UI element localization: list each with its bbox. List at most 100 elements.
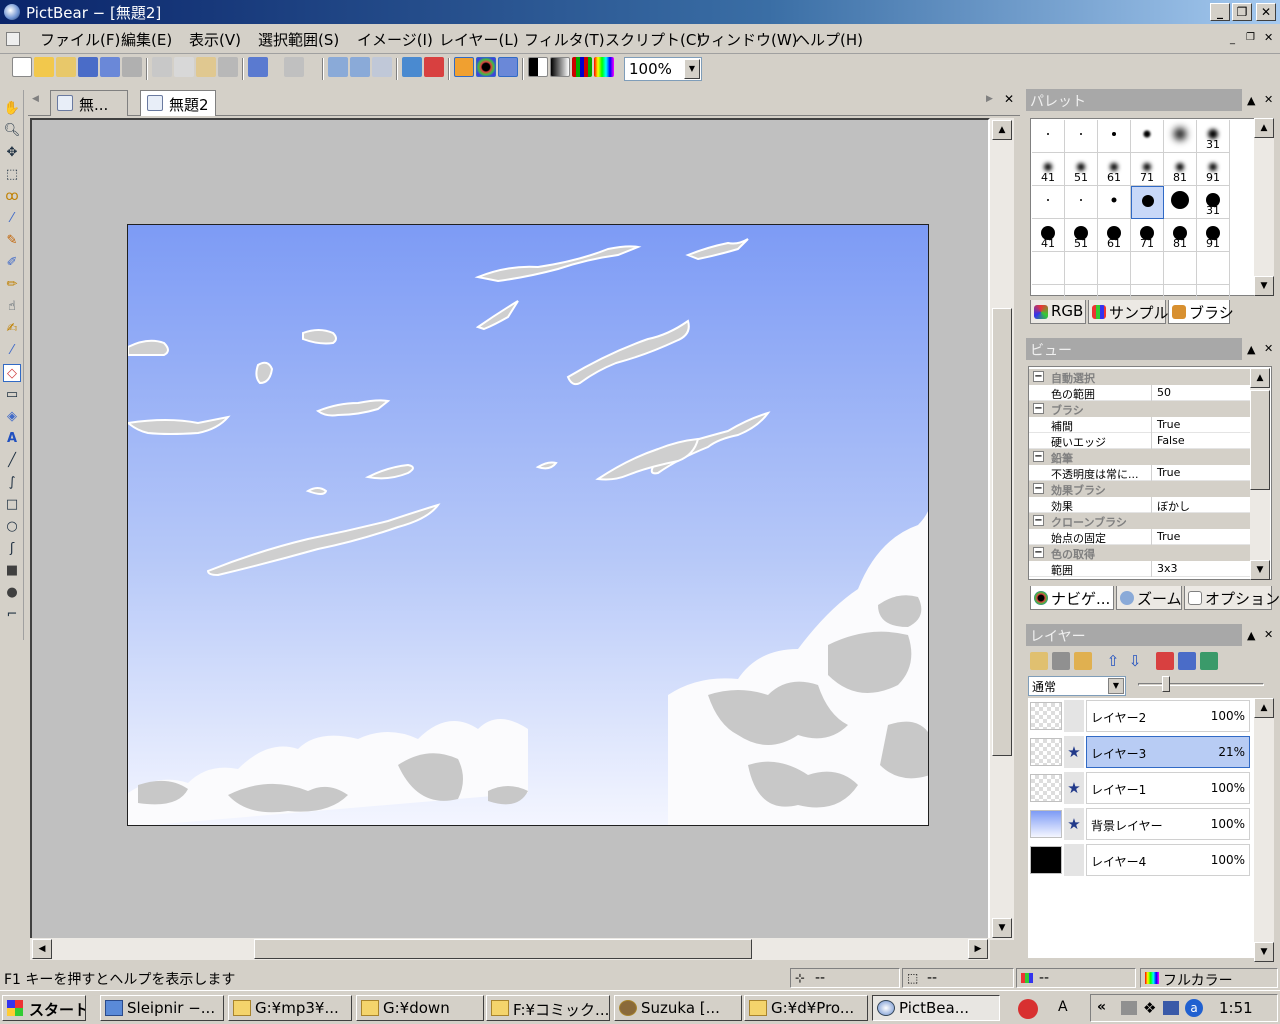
property-value[interactable]: 50 — [1157, 386, 1171, 399]
mdi-minimize-icon[interactable]: _ — [1230, 34, 1235, 45]
scroll-down-icon[interactable]: ▼ — [1250, 560, 1270, 580]
brush-preset[interactable]: 31 — [1197, 186, 1230, 219]
property-row[interactable]: 補間 True — [1029, 417, 1251, 433]
vertical-scroll-thumb[interactable] — [992, 308, 1012, 756]
tray-camera-icon[interactable] — [1121, 1001, 1137, 1015]
brush-preset[interactable] — [1065, 186, 1098, 219]
brush-preset[interactable]: 71 — [1131, 153, 1164, 186]
horizontal-scrollbar[interactable]: ◀ ▶ — [30, 938, 990, 960]
panel-collapse-icon[interactable]: ▲ — [1247, 629, 1255, 642]
palette-toggle-icon[interactable] — [454, 57, 474, 77]
taskbar-item-pictbear[interactable]: PictBea... — [872, 995, 1000, 1021]
collapse-icon[interactable]: − — [1033, 515, 1044, 526]
brush-preset[interactable] — [1032, 186, 1065, 219]
property-row[interactable]: 効果 ぼかし — [1029, 497, 1251, 513]
eyedropper-tool-icon[interactable]: ⁄ — [3, 342, 21, 360]
menu-window[interactable]: ウィンドウ(W) — [696, 29, 798, 50]
new-file-icon[interactable] — [12, 57, 32, 77]
image-canvas[interactable] — [127, 224, 929, 826]
collapse-icon[interactable]: − — [1033, 451, 1044, 462]
property-scroll-thumb[interactable] — [1250, 390, 1270, 490]
scroll-right-icon[interactable]: ▶ — [968, 939, 988, 959]
zoom-select[interactable]: 100% ▼ — [624, 57, 702, 81]
curve-tool-icon[interactable]: ∫ — [3, 474, 21, 492]
crop-icon[interactable] — [218, 57, 238, 77]
ime-icon[interactable]: A — [1058, 999, 1068, 1015]
empty-brush-slot[interactable] — [1164, 252, 1197, 285]
property-category[interactable]: − クローンブラシ — [1029, 513, 1251, 529]
scroll-down-icon[interactable]: ▼ — [1254, 276, 1274, 296]
move-tool-icon[interactable]: ✥ — [3, 144, 21, 162]
open-folder-icon[interactable] — [34, 57, 54, 77]
layer-row[interactable]: ★ 背景レイヤー 100% — [1028, 806, 1252, 842]
tray-app-icon[interactable]: a — [1185, 999, 1203, 1017]
empty-brush-slot[interactable] — [1098, 252, 1131, 285]
property-value[interactable]: True — [1157, 466, 1180, 479]
grayscale-icon[interactable] — [528, 57, 548, 77]
path-tool-icon[interactable]: ⌐ — [3, 606, 21, 624]
property-row[interactable]: 範囲 3x3 — [1029, 561, 1251, 577]
taskbar-item-down[interactable]: G:¥down — [356, 995, 484, 1021]
tab-close-icon[interactable]: ✕ — [1004, 92, 1014, 106]
layer-visibility-toggle[interactable]: ★ — [1064, 808, 1084, 840]
brush-tool-icon[interactable]: ✎ — [3, 232, 21, 250]
menu-script[interactable]: スクリプト(C) — [605, 29, 702, 50]
collapse-icon[interactable]: − — [1033, 483, 1044, 494]
chevron-down-icon[interactable]: ▼ — [1108, 678, 1124, 694]
menu-edit[interactable]: 編集(E) — [121, 29, 172, 50]
layer-name-cell[interactable]: レイヤー3 21% — [1086, 736, 1250, 768]
property-category[interactable]: − 自動選択 — [1029, 369, 1251, 385]
tab-scroll-left-icon[interactable]: ◀ — [32, 94, 39, 104]
mdi-restore-icon[interactable]: ❐ — [1246, 32, 1255, 43]
close-button[interactable]: ✕ — [1256, 3, 1276, 21]
layer-toggle-icon[interactable] — [498, 57, 518, 77]
scroll-left-icon[interactable]: ◀ — [32, 939, 52, 959]
scroll-up-icon[interactable]: ▲ — [992, 120, 1012, 140]
taskbar-item-mp3[interactable]: G:¥mp3¥... — [228, 995, 352, 1021]
empty-brush-slot[interactable] — [1032, 252, 1065, 285]
color-channels-icon[interactable] — [572, 57, 592, 77]
bezier-tool-icon[interactable]: ʃ — [3, 540, 21, 558]
empty-brush-slot[interactable] — [1197, 252, 1230, 285]
property-category[interactable]: − 色の取得 — [1029, 545, 1251, 561]
new-layer-icon[interactable] — [1030, 652, 1048, 670]
view-toggle-icon[interactable] — [476, 57, 496, 77]
move-layer-down-icon[interactable]: ⇩ — [1126, 652, 1144, 670]
property-category[interactable]: − 効果ブラシ — [1029, 481, 1251, 497]
mail-icon[interactable] — [424, 57, 444, 77]
panel-collapse-icon[interactable]: ▲ — [1247, 343, 1255, 356]
property-category[interactable]: − 鉛筆 — [1029, 449, 1251, 465]
menu-filter[interactable]: フィルタ(T) — [524, 29, 605, 50]
tab-navigator[interactable]: ナビゲ... — [1030, 586, 1114, 610]
layer-row[interactable]: レイヤー4 100% — [1028, 842, 1252, 878]
brush-preset[interactable]: 41 — [1032, 219, 1065, 252]
redo-icon[interactable] — [284, 57, 304, 77]
property-value[interactable]: False — [1157, 434, 1185, 447]
brush-preset[interactable]: 71 — [1131, 219, 1164, 252]
tab-rgb[interactable]: RGB — [1030, 300, 1086, 324]
brush-preset[interactable] — [1065, 120, 1098, 153]
layer-row[interactable]: ★ レイヤー3 21% — [1028, 734, 1252, 770]
ellipse-tool-icon[interactable]: ○ — [3, 518, 21, 536]
brush-preset[interactable]: 91 — [1197, 153, 1230, 186]
brush-preset[interactable] — [1098, 186, 1131, 219]
clone-tool-icon[interactable]: ✍ — [3, 320, 21, 338]
scroll-up-icon[interactable]: ▲ — [1250, 368, 1270, 388]
brush-preset[interactable] — [1164, 186, 1197, 219]
scroll-down-icon[interactable]: ▼ — [1254, 942, 1274, 962]
palette-scrollbar[interactable]: ▲ ▼ — [1254, 118, 1274, 296]
smudge-tool-icon[interactable]: ☝ — [3, 298, 21, 316]
brush-preset[interactable] — [1098, 120, 1131, 153]
open-recent-icon[interactable] — [56, 57, 76, 77]
eraser-tool-icon[interactable]: ◇ — [3, 364, 21, 382]
rect-select-tool-icon[interactable]: ⬚ — [3, 166, 21, 184]
menu-view[interactable]: 表示(V) — [189, 29, 241, 50]
rectangle-tool-icon[interactable]: □ — [3, 496, 21, 514]
property-row[interactable]: 硬いエッジ False — [1029, 433, 1251, 449]
chevron-down-icon[interactable]: ▼ — [684, 59, 700, 79]
taskbar-item-sleipnir[interactable]: Sleipnir −... — [100, 995, 224, 1021]
brush-preset[interactable]: 51 — [1065, 219, 1098, 252]
empty-brush-slot[interactable] — [1131, 252, 1164, 285]
scroll-up-icon[interactable]: ▲ — [1254, 118, 1274, 138]
document-icon[interactable] — [6, 32, 20, 46]
